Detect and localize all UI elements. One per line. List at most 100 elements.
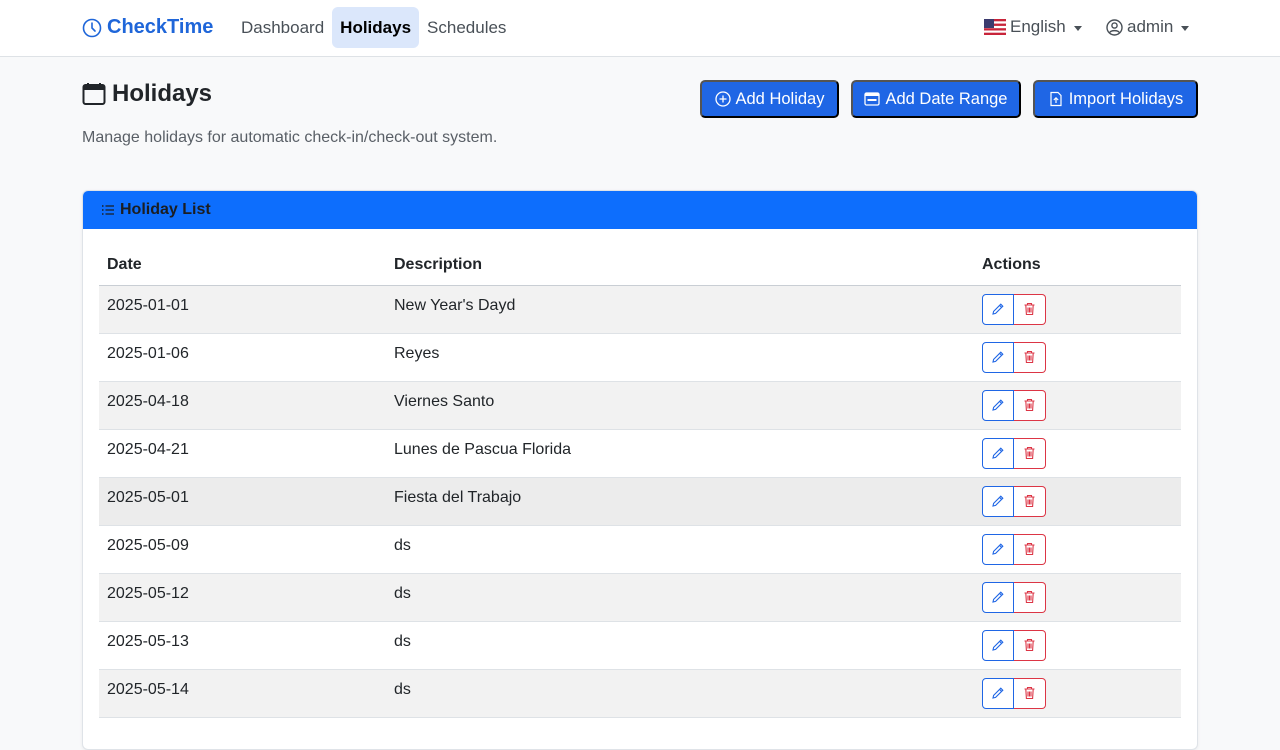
clock-icon: [82, 18, 102, 37]
table-row: 2025-04-21 Lunes de Pascua Florida: [99, 429, 1181, 478]
holiday-actions-cell: [974, 381, 1181, 430]
holiday-actions-cell: [974, 621, 1181, 670]
holiday-date: 2025-01-06: [107, 345, 189, 362]
delete-holiday-button[interactable]: [1014, 293, 1046, 325]
holiday-actions-cell: [974, 333, 1181, 382]
user-circle-icon: [1106, 18, 1123, 36]
main-nav: Dashboard Holidays Schedules: [233, 7, 514, 48]
holiday-list-card: Holiday List Date Description Actions 20…: [82, 190, 1198, 750]
table-row: 2025-01-06 Reyes: [99, 333, 1181, 382]
edit-holiday-button[interactable]: [982, 485, 1014, 517]
pencil-icon: [992, 687, 1004, 699]
trash-icon: [1024, 542, 1035, 556]
holiday-date: 2025-01-01: [107, 297, 189, 314]
holiday-date-cell: 2025-05-12: [99, 573, 386, 622]
holiday-description-cell: ds: [386, 573, 974, 622]
file-upload-icon: [1050, 91, 1062, 107]
table-row: 2025-05-13 ds: [99, 621, 1181, 670]
pencil-icon: [992, 447, 1004, 459]
edit-holiday-button[interactable]: [982, 581, 1014, 613]
delete-holiday-button[interactable]: [1014, 389, 1046, 421]
holiday-date: 2025-04-21: [107, 441, 189, 458]
card-header: Holiday List: [83, 191, 1197, 229]
nav-link-dashboard[interactable]: Dashboard: [233, 7, 332, 48]
row-actions: [982, 341, 1181, 373]
trash-icon: [1024, 350, 1035, 364]
holiday-description: Viernes Santo: [394, 393, 495, 410]
trash-icon: [1024, 686, 1035, 700]
table-row: 2025-05-14 ds: [99, 669, 1181, 718]
holiday-table: Date Description Actions 2025-01-01 New Y…: [99, 245, 1181, 718]
pencil-icon: [992, 591, 1004, 603]
brand-name: CheckTime: [107, 16, 214, 38]
row-actions: [982, 533, 1181, 565]
add-holiday-button[interactable]: Add Holiday: [700, 80, 839, 118]
edit-holiday-button[interactable]: [982, 677, 1014, 709]
delete-holiday-button[interactable]: [1014, 581, 1046, 613]
delete-holiday-button[interactable]: [1014, 677, 1046, 709]
plus-circle-icon: [714, 91, 731, 107]
add-date-range-label: Add Date Range: [885, 89, 1008, 108]
holiday-description-cell: ds: [386, 669, 974, 718]
edit-holiday-button[interactable]: [982, 437, 1014, 469]
holiday-date: 2025-05-13: [107, 633, 189, 650]
trash-icon: [1024, 398, 1035, 412]
add-holiday-label: Add Holiday: [735, 89, 825, 108]
edit-holiday-button[interactable]: [982, 629, 1014, 661]
holiday-description: Reyes: [394, 345, 440, 362]
holiday-description: ds: [394, 681, 411, 698]
holiday-date-cell: 2025-05-01: [99, 477, 386, 526]
row-actions: [982, 485, 1181, 517]
row-actions: [982, 629, 1181, 661]
edit-holiday-button[interactable]: [982, 533, 1014, 565]
delete-holiday-button[interactable]: [1014, 341, 1046, 373]
pencil-icon: [992, 639, 1004, 651]
calendar-icon: [82, 83, 106, 105]
add-date-range-button[interactable]: Add Date Range: [851, 80, 1021, 118]
holiday-description-cell: Reyes: [386, 333, 974, 382]
pencil-icon: [992, 399, 1004, 411]
delete-holiday-button[interactable]: [1014, 629, 1046, 661]
trash-icon: [1024, 446, 1035, 460]
holiday-date-cell: 2025-05-09: [99, 525, 386, 574]
holiday-date-cell: 2025-05-13: [99, 621, 386, 670]
edit-holiday-button[interactable]: [982, 389, 1014, 421]
edit-holiday-button[interactable]: [982, 293, 1014, 325]
trash-icon: [1024, 302, 1035, 316]
column-header-date[interactable]: Date: [99, 245, 386, 286]
holiday-description: Fiesta del Trabajo: [394, 489, 522, 506]
holiday-description: ds: [394, 633, 411, 650]
holiday-date: 2025-05-01: [107, 489, 189, 506]
holiday-date: 2025-05-14: [107, 681, 189, 698]
holiday-description-cell: ds: [386, 621, 974, 670]
table-body: 2025-01-01 New Year's Dayd 2025-01-06 Reyes…: [99, 285, 1181, 718]
holiday-actions-cell: [974, 573, 1181, 622]
pencil-icon: [992, 351, 1004, 363]
nav-link-schedules[interactable]: Schedules: [419, 7, 514, 48]
trash-icon: [1024, 494, 1035, 508]
us-flag-icon: [984, 19, 1006, 35]
list-icon: [102, 205, 114, 215]
pencil-icon: [992, 303, 1004, 315]
column-header-description[interactable]: Description: [386, 245, 974, 286]
holiday-actions-cell: [974, 429, 1181, 478]
import-holidays-button[interactable]: Import Holidays: [1033, 80, 1198, 118]
table-row: 2025-05-09 ds: [99, 525, 1181, 574]
holiday-description-cell: Lunes de Pascua Florida: [386, 429, 974, 478]
delete-holiday-button[interactable]: [1014, 437, 1046, 469]
brand-logo[interactable]: CheckTime: [82, 16, 213, 39]
language-dropdown[interactable]: English: [984, 17, 1082, 37]
holiday-date: 2025-04-18: [107, 393, 189, 410]
page-title-text: Holidays: [112, 80, 213, 107]
card-title: Holiday List: [120, 201, 211, 218]
delete-holiday-button[interactable]: [1014, 485, 1046, 517]
delete-holiday-button[interactable]: [1014, 533, 1046, 565]
page-title: Holidays: [82, 80, 212, 108]
user-dropdown[interactable]: admin: [1106, 17, 1190, 37]
edit-holiday-button[interactable]: [982, 341, 1014, 373]
nav-link-holidays[interactable]: Holidays: [332, 7, 420, 48]
column-header-actions: Actions: [974, 245, 1181, 286]
import-holidays-label: Import Holidays: [1068, 89, 1184, 108]
holiday-date: 2025-05-12: [107, 585, 189, 602]
holiday-description: ds: [394, 585, 411, 602]
